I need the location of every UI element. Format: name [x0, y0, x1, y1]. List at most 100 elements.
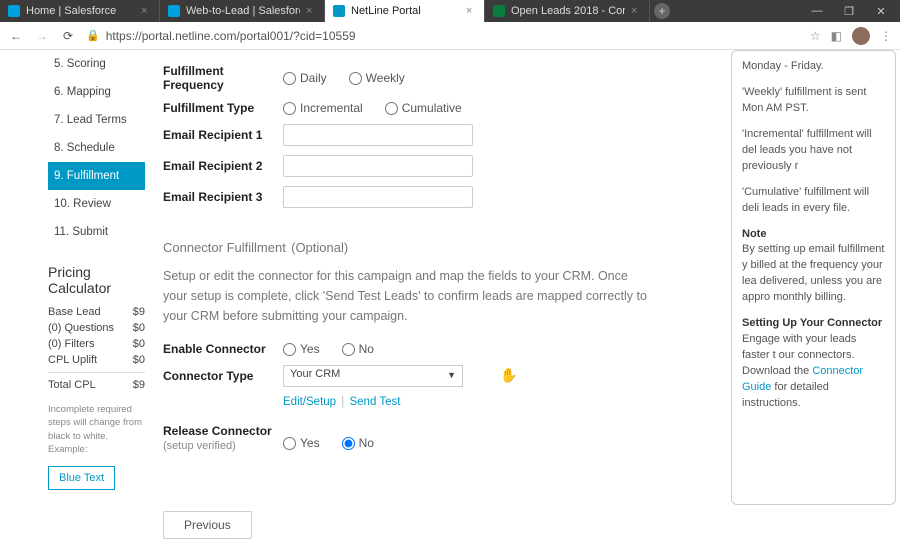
help-p3: 'Incremental' fulfillment will del leads…	[742, 127, 885, 175]
send-test-link[interactable]: Send Test	[349, 396, 400, 408]
label-enable: Enable Connector	[163, 342, 283, 356]
tab-open-leads[interactable]: Open Leads 2018 - Connector T ×	[485, 0, 650, 22]
plus-icon: +	[654, 3, 670, 19]
pc-row-questions: (0) Questions$0	[48, 322, 145, 334]
help-note: By setting up email fulfillment y billed…	[742, 243, 884, 303]
connector-links: Edit/Setup | Send Test	[283, 396, 711, 408]
label-rec3: Email Recipient 3	[163, 190, 283, 204]
opt-enable-no[interactable]: No	[342, 342, 374, 356]
row-rec1: Email Recipient 1	[163, 124, 711, 146]
pc-row-filters: (0) Filters$0	[48, 338, 145, 350]
label-rec2: Email Recipient 2	[163, 159, 283, 173]
pc-note: Incomplete required steps will change fr…	[48, 403, 145, 456]
step-scoring[interactable]: 5. Scoring	[48, 50, 145, 78]
step-submit[interactable]: 11. Submit	[48, 218, 145, 246]
row-fulfillment-type: Fulfillment Type Incremental Cumulative	[163, 101, 711, 115]
opt-incremental[interactable]: Incremental	[283, 101, 363, 115]
favicon	[168, 5, 180, 17]
close-window-button[interactable]: ✕	[872, 5, 890, 18]
row-rec3: Email Recipient 3	[163, 186, 711, 208]
label-ctype: Connector Type	[163, 369, 283, 383]
back-button[interactable]: ←	[8, 28, 24, 44]
separator: |	[341, 396, 344, 408]
connector-desc: Setup or edit the connector for this cam…	[163, 266, 653, 326]
url-field[interactable]: 🔒	[86, 29, 800, 43]
extension-icon[interactable]: ◧	[831, 29, 842, 43]
maximize-button[interactable]: ❐	[840, 5, 858, 18]
row-fulfillment-freq: Fulfillment Frequency Daily Weekly	[163, 64, 711, 92]
row-rec2: Email Recipient 2	[163, 155, 711, 177]
edit-setup-link[interactable]: Edit/Setup	[283, 396, 336, 408]
row-connector-type: Connector Type Your CRM	[163, 365, 711, 387]
step-schedule[interactable]: 8. Schedule	[48, 134, 145, 162]
step-fulfillment[interactable]: 9. Fulfillment	[48, 162, 145, 190]
step-mapping[interactable]: 6. Mapping	[48, 78, 145, 106]
opt-enable-yes[interactable]: Yes	[283, 342, 320, 356]
tab-web-to-lead[interactable]: Web-to-Lead | Salesforce ×	[160, 0, 325, 22]
label-rec1: Email Recipient 1	[163, 128, 283, 142]
help-note-h: Note	[742, 228, 766, 240]
minimize-button[interactable]: —	[808, 5, 826, 17]
url-input[interactable]	[106, 29, 800, 43]
sidebar: 5. Scoring 6. Mapping 7. Lead Terms 8. S…	[0, 50, 145, 505]
blue-text-button[interactable]: Blue Text	[48, 466, 115, 490]
row-enable-connector: Enable Connector Yes No	[163, 342, 711, 356]
tabs: Home | Salesforce × Web-to-Lead | Salesf…	[0, 0, 798, 22]
url-bar: ← → ⟳ 🔒 ☆ ◧ ⋮	[0, 22, 900, 50]
close-icon[interactable]: ×	[466, 5, 476, 17]
help-panel: Monday - Friday. 'Weekly' fulfillment is…	[731, 50, 896, 505]
new-tab-button[interactable]: +	[650, 0, 674, 22]
step-lead-terms[interactable]: 7. Lead Terms	[48, 106, 145, 134]
help-p2: 'Weekly' fulfillment is sent Mon AM PST.	[742, 85, 885, 117]
main: Fulfillment Frequency Daily Weekly Fulfi…	[145, 50, 731, 505]
close-icon[interactable]: ×	[141, 5, 151, 17]
radio-enable-no[interactable]	[342, 343, 355, 356]
menu-icon[interactable]: ⋮	[880, 29, 892, 43]
toolbar-right: ☆ ◧ ⋮	[810, 27, 892, 45]
page: 5. Scoring 6. Mapping 7. Lead Terms 8. S…	[0, 50, 900, 505]
browser-tab-bar: Home | Salesforce × Web-to-Lead | Salesf…	[0, 0, 900, 22]
close-icon[interactable]: ×	[631, 5, 641, 17]
help-setup-h: Setting Up Your Connector	[742, 317, 882, 329]
radio-daily[interactable]	[283, 72, 296, 85]
opt-cumulative[interactable]: Cumulative	[385, 101, 462, 115]
window-controls: — ❐ ✕	[798, 0, 900, 22]
opt-daily[interactable]: Daily	[283, 71, 327, 85]
favicon	[333, 5, 345, 17]
label-release: Release Connector	[163, 424, 283, 438]
reload-button[interactable]: ⟳	[60, 28, 76, 44]
radio-incremental[interactable]	[283, 102, 296, 115]
help-p1: Monday - Friday.	[742, 59, 885, 75]
previous-button[interactable]: Previous	[163, 511, 252, 539]
label-release-sub: (setup verified)	[163, 440, 283, 452]
lock-icon: 🔒	[86, 29, 100, 42]
tab-netline-portal[interactable]: NetLine Portal ×	[325, 0, 485, 22]
opt-weekly[interactable]: Weekly	[349, 71, 405, 85]
favicon	[8, 5, 20, 17]
radio-enable-yes[interactable]	[283, 343, 296, 356]
bookmark-icon[interactable]: ☆	[810, 29, 821, 43]
connector-title: Connector Fulfillment (Optional)	[163, 236, 711, 258]
label-type: Fulfillment Type	[163, 101, 283, 115]
close-icon[interactable]: ×	[306, 5, 316, 17]
tab-label: Web-to-Lead | Salesforce	[186, 5, 300, 17]
pc-row-uplift: CPL Uplift$0	[48, 354, 145, 366]
radio-release-yes[interactable]	[283, 437, 296, 450]
input-rec3[interactable]	[283, 186, 473, 208]
input-rec1[interactable]	[283, 124, 473, 146]
avatar[interactable]	[852, 27, 870, 45]
radio-weekly[interactable]	[349, 72, 362, 85]
step-review[interactable]: 10. Review	[48, 190, 145, 218]
pricing-calculator-title: Pricing Calculator	[48, 264, 145, 296]
radio-cumulative[interactable]	[385, 102, 398, 115]
tab-salesforce-home[interactable]: Home | Salesforce ×	[0, 0, 160, 22]
select-connector-type[interactable]: Your CRM	[283, 365, 463, 387]
radio-release-no[interactable]	[342, 437, 355, 450]
tab-label: Home | Salesforce	[26, 5, 135, 17]
input-rec2[interactable]	[283, 155, 473, 177]
pc-row-total: Total CPL$9	[48, 372, 145, 391]
forward-button[interactable]: →	[34, 28, 50, 44]
label-freq: Fulfillment Frequency	[163, 64, 283, 92]
opt-release-yes[interactable]: Yes	[283, 436, 320, 450]
opt-release-no[interactable]: No	[342, 436, 374, 450]
